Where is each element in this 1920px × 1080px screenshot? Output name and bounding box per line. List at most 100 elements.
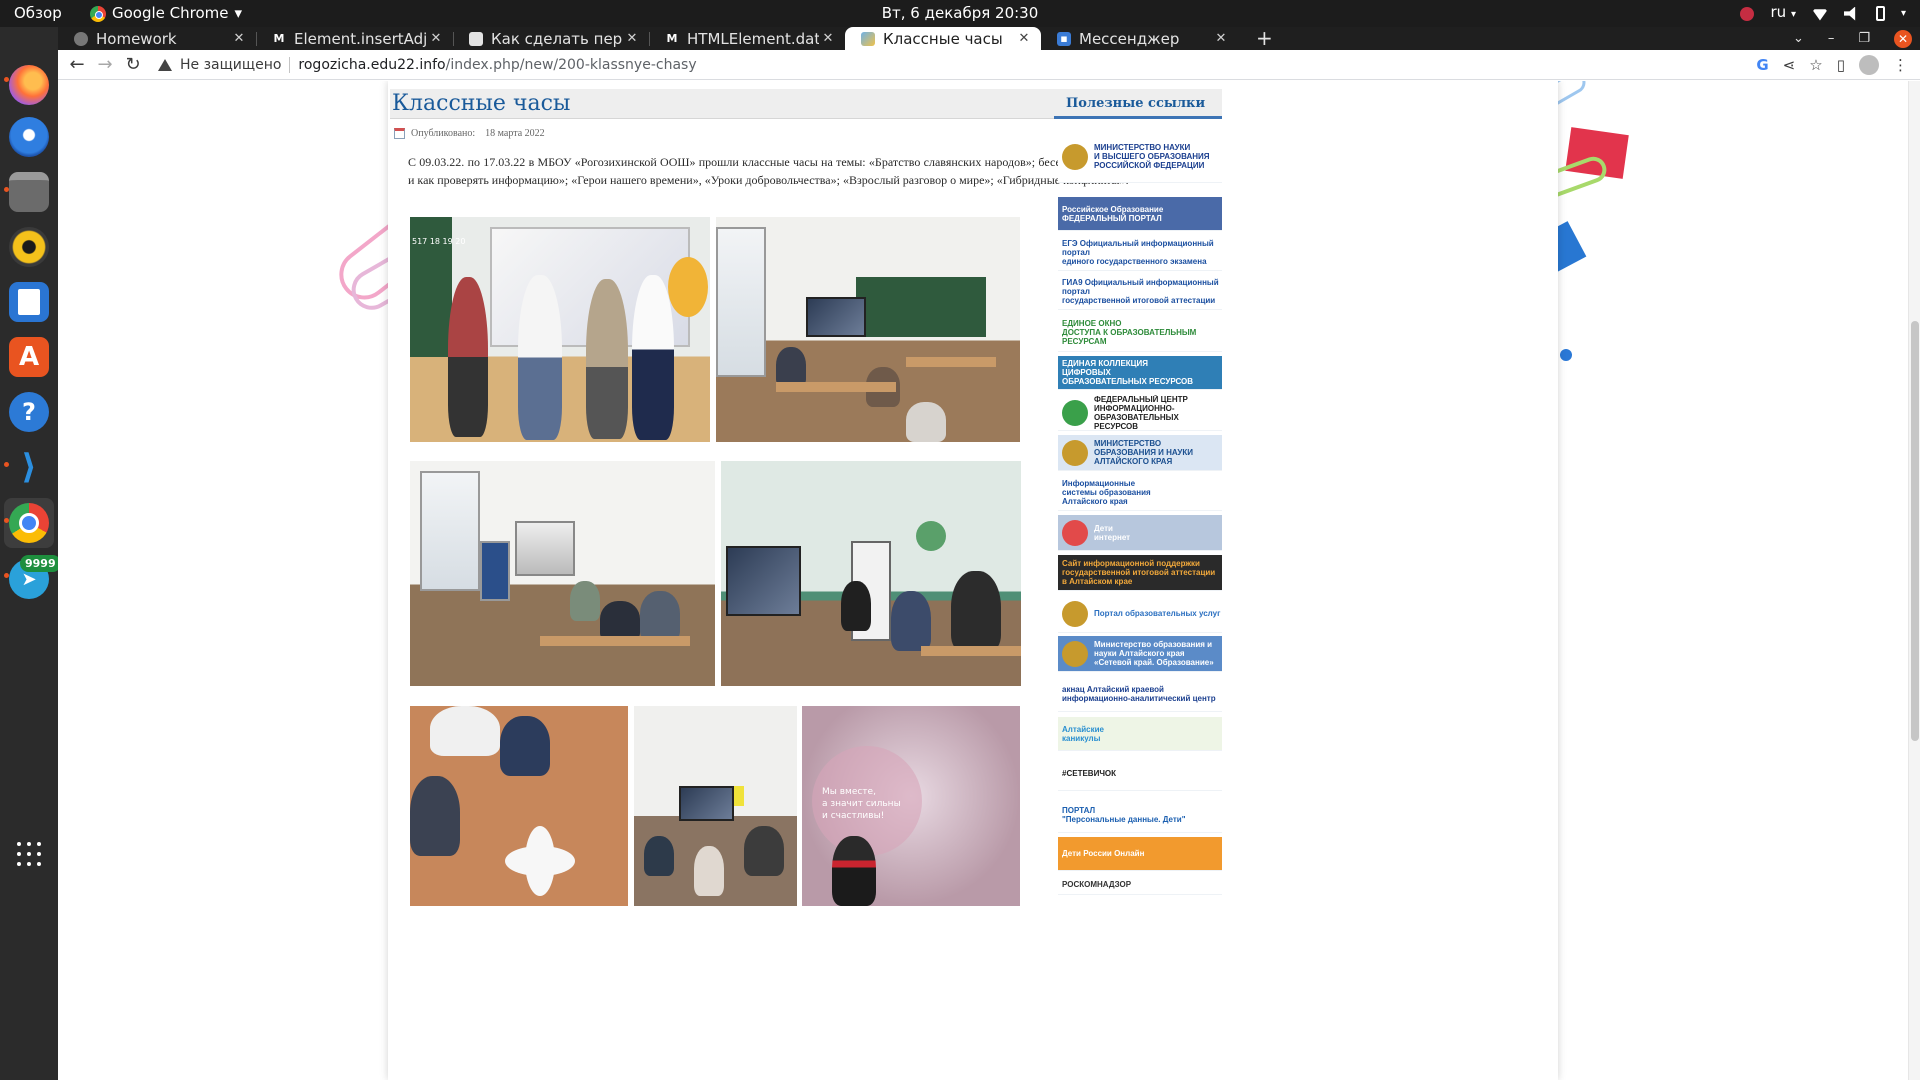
url-host: rogozicha.edu22.info <box>298 56 446 73</box>
sidebar-banner-link[interactable]: Информационные системы образования Алтай… <box>1058 475 1222 511</box>
tab-dataset[interactable]: M HTMLElement.dataset - W ✕ <box>649 27 845 50</box>
sidebar-banner-link[interactable]: Российское Образование ФЕДЕРАЛЬНЫЙ ПОРТА… <box>1058 197 1222 231</box>
article-photo[interactable]: Мы вместе, а значит сильны и счастливы! <box>802 706 1020 906</box>
battery-icon <box>1875 6 1885 21</box>
sidebar-banner-link[interactable]: МИНИСТЕРСТВО НАУКИ И ВЫСШЕГО ОБРАЗОВАНИЯ… <box>1058 131 1222 183</box>
side-panel-icon[interactable]: ▯ <box>1837 56 1845 74</box>
tab-klassnye-chasy[interactable]: Классные часы ✕ <box>845 27 1041 50</box>
banner-label: ЕГЭ Официальный информационный портал ед… <box>1062 239 1214 266</box>
not-secure-warning-icon[interactable] <box>158 58 172 71</box>
sidebar-banner-link[interactable]: ГИА9 Официальный информационный портал г… <box>1058 274 1222 310</box>
bookmark-star-icon[interactable]: ☆ <box>1809 56 1822 74</box>
thunderbird-icon[interactable] <box>9 117 49 157</box>
article-photo[interactable] <box>410 461 715 686</box>
sidebar-banner-link[interactable]: ФЕДЕРАЛЬНЫЙ ЦЕНТР ИНФОРМАЦИОННО-ОБРАЗОВА… <box>1058 395 1222 431</box>
show-apps-grid-icon[interactable] <box>17 842 41 866</box>
wifi-icon <box>1811 9 1828 21</box>
software-center-icon[interactable]: A <box>9 337 49 377</box>
reload-button[interactable]: ↻ <box>120 54 146 75</box>
close-icon[interactable]: ✕ <box>230 31 248 46</box>
tab-insertadjacent[interactable]: M Element.insertAdjacentH ✕ <box>256 27 453 50</box>
tab-title: Element.insertAdjacentH <box>294 29 427 48</box>
site-content-column: Классные часы Опубликовано: 18 марта 202… <box>388 81 1558 1080</box>
sidebar-banner-link[interactable]: ЕДИНОЕ ОКНО ДОСТУПА К ОБРАЗОВАТЕЛЬНЫМ РЕ… <box>1058 314 1222 352</box>
system-tray[interactable]: ru ▾ ▾ <box>1740 0 1906 27</box>
tab-title: Homework <box>96 29 177 48</box>
system-top-bar: Обзор Google Chrome ▾ Вт, 6 декабря 20:3… <box>0 0 1920 27</box>
tab-messenger[interactable]: ▪ Мессенджер ✕ <box>1041 27 1238 50</box>
sidebar-banner-link[interactable]: МИНИСТЕРСТВО ОБРАЗОВАНИЯ И НАУКИ АЛТАЙСК… <box>1058 435 1222 471</box>
banner-label: ПОРТАЛ "Персональные данные. Дети" <box>1062 805 1186 824</box>
photo-caption-overlay: Мы вместе, а значит сильны и счастливы! <box>822 787 901 821</box>
sidebar-banner-link[interactable]: Министерство образования и науки Алтайск… <box>1058 636 1222 672</box>
sidebar-banner-link[interactable]: Сайт информационной поддержки государств… <box>1058 555 1222 591</box>
banner-logo-icon <box>1062 600 1088 627</box>
chrome-icon <box>90 5 106 22</box>
writer-icon[interactable] <box>9 282 49 322</box>
sidebar-banner-link[interactable]: ЕГЭ Официальный информационный портал ед… <box>1058 235 1222 271</box>
profile-avatar[interactable] <box>1859 54 1879 75</box>
sidebar-banner-link[interactable]: ЕДИНАЯ КОЛЛЕКЦИЯ ЦИФРОВЫХ ОБРАЗОВАТЕЛЬНЫ… <box>1058 356 1222 390</box>
security-status[interactable]: Не защищено <box>180 57 281 73</box>
article-photo[interactable] <box>721 461 1021 686</box>
new-tab-button[interactable]: + <box>1256 27 1273 50</box>
google-translate-icon[interactable]: G <box>1756 56 1768 74</box>
sidebar-banner-link[interactable]: акнац Алтайский краевой информационно-ан… <box>1058 676 1222 712</box>
notification-icon[interactable] <box>1740 6 1755 21</box>
globe-icon <box>74 31 88 46</box>
banner-label: Информационные системы образования Алтай… <box>1062 479 1151 506</box>
tab-homework[interactable]: Homework ✕ <box>58 27 256 50</box>
banner-label: #СЕТЕВИЧОК <box>1062 769 1117 778</box>
banner-label: Министерство образования и науки Алтайск… <box>1094 640 1214 667</box>
close-icon[interactable]: ✕ <box>1212 31 1230 46</box>
tab-title: Как сделать перенос стр <box>491 29 623 48</box>
mdn-icon: M <box>666 32 678 45</box>
close-icon[interactable]: ✕ <box>819 31 837 46</box>
article-photo[interactable]: 517 18 19 20 <box>410 217 710 442</box>
clock[interactable]: Вт, 6 декабря 20:30 <box>0 0 1920 27</box>
sidebar-banner-link[interactable]: Дети России Онлайн <box>1058 837 1222 871</box>
kebab-menu-icon[interactable]: ⋮ <box>1893 56 1908 74</box>
tab-title: HTMLElement.dataset - W <box>687 29 819 48</box>
close-icon[interactable]: ✕ <box>427 31 445 46</box>
banner-label: МИНИСТЕРСТВО ОБРАЗОВАНИЯ И НАУКИ АЛТАЙСК… <box>1094 439 1193 466</box>
minimize-button[interactable]: – <box>1828 31 1835 46</box>
back-button[interactable]: ← <box>64 54 90 75</box>
forward-button[interactable]: → <box>92 54 118 75</box>
sidebar-banner-link[interactable]: Портал образовательных услуг <box>1058 595 1222 633</box>
activities-overview-button[interactable]: Обзор <box>14 0 62 27</box>
vscode-icon[interactable]: ⟩ <box>9 447 49 487</box>
tab-line-break[interactable]: Как сделать перенос стр ✕ <box>453 27 649 50</box>
banner-label: ФЕДЕРАЛЬНЫЙ ЦЕНТР ИНФОРМАЦИОННО-ОБРАЗОВА… <box>1094 395 1188 431</box>
chrome-dock-icon[interactable] <box>9 503 49 543</box>
app-menu[interactable]: Google Chrome ▾ <box>90 0 242 27</box>
browser-tab-strip: Homework ✕ M Element.insertAdjacentH ✕ К… <box>58 27 1920 50</box>
sidebar-banner-link[interactable]: Дети интернет <box>1058 515 1222 551</box>
tab-search-chevron-icon[interactable]: ⌄ <box>1793 31 1804 46</box>
input-language-indicator[interactable]: ru ▾ <box>1770 0 1796 28</box>
sidebar-title: Полезные ссылки <box>1054 89 1222 119</box>
page-scrollbar[interactable] <box>1908 81 1920 1080</box>
sidebar-banner-link[interactable]: ПОРТАЛ "Персональные данные. Дети" <box>1058 797 1222 833</box>
sidebar-banner-link[interactable]: Алтайские каникулы <box>1058 717 1222 751</box>
article-photo[interactable] <box>410 706 628 906</box>
share-icon[interactable]: ⋖ <box>1783 56 1796 74</box>
rhythmbox-icon[interactable] <box>9 227 49 267</box>
close-icon[interactable]: ✕ <box>1015 31 1033 46</box>
address-bar[interactable]: Не защищено rogozicha.edu22.info/index.p… <box>158 56 1756 73</box>
banner-label: Портал образовательных услуг <box>1094 609 1221 618</box>
close-icon[interactable]: ✕ <box>623 31 641 46</box>
help-icon[interactable]: ? <box>9 392 49 432</box>
sidebar-banner-link[interactable]: РОСКОМНАДЗОР <box>1058 875 1222 895</box>
article-photo[interactable] <box>634 706 797 906</box>
article-photo[interactable] <box>716 217 1020 442</box>
sidebar-banner-link[interactable]: #СЕТЕВИЧОК <box>1058 757 1222 791</box>
restore-button[interactable]: ❐ <box>1858 31 1870 46</box>
system-menu-chevron-icon[interactable]: ▾ <box>1901 0 1906 27</box>
close-window-button[interactable]: ✕ <box>1894 29 1912 48</box>
files-icon[interactable] <box>9 172 49 212</box>
banner-logo-icon <box>1062 439 1088 466</box>
page-viewport: Классные часы Опубликовано: 18 марта 202… <box>58 81 1908 1080</box>
scrollbar-thumb[interactable] <box>1911 321 1919 741</box>
firefox-icon[interactable] <box>9 65 49 105</box>
